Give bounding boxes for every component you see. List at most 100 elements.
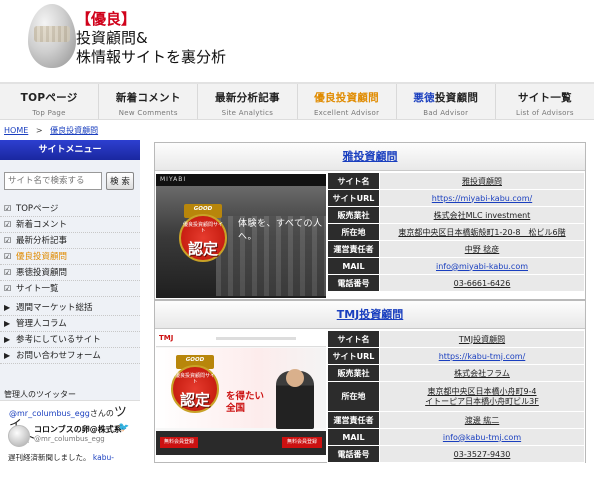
- row-key: MAIL: [327, 428, 380, 446]
- table-row: 電話番号 03-3527-9430: [327, 445, 585, 463]
- sidebar-item-label: TOPページ: [16, 203, 59, 214]
- table-row: サイトURL https://miyabi-kabu.com/: [327, 189, 585, 207]
- badge-top-text: 優良投資顧問サイト: [183, 222, 224, 234]
- tweet-text: 遅刊経済新聞しました。 kabu-: [8, 452, 114, 463]
- tweet-author-handle[interactable]: @mr_columbus_egg: [34, 435, 105, 443]
- sidebar-item-analytics[interactable]: ☑ 最新分析記事: [0, 233, 140, 249]
- nav-excellent-advisor[interactable]: 優良投資顧問 Excellent Advisor: [298, 84, 397, 119]
- row-key: サイトURL: [327, 189, 380, 207]
- row-key: 電話番号: [327, 274, 380, 292]
- advisor-info-table: サイト名 TMJ投資顧問 サイトURL https://kabu-tmj.com/ …: [327, 330, 585, 463]
- advisor-card-tmj: TMJ投資顧問 TMJ を得たい 全国 無料会員登録 無料会員登録 GOOD 優…: [154, 300, 586, 463]
- site-logo-text[interactable]: 【優良】 投資顧問& 株情報サイトを裏分析: [76, 10, 226, 67]
- breadcrumb-home-link[interactable]: HOME: [4, 126, 28, 135]
- sidebar-title: サイトメニュー: [0, 140, 140, 160]
- row-value[interactable]: 03-6661-6426: [379, 274, 585, 292]
- search-input[interactable]: [4, 172, 102, 190]
- screenshot-register-button: 無料会員登録: [282, 437, 322, 448]
- sidebar-item-label: 優良投資顧問: [16, 251, 68, 262]
- twitter-bird-icon[interactable]: 🐦: [118, 423, 129, 433]
- avatar[interactable]: [8, 425, 30, 447]
- nav-sublabel: Excellent Advisor: [313, 109, 380, 117]
- row-key: サイト名: [327, 330, 380, 348]
- site-url-link[interactable]: https://kabu-tmj.com/: [379, 347, 585, 365]
- tweet-author-name[interactable]: コロンブスの卵@株式系: [34, 424, 122, 435]
- triangle-right-icon: ▶: [4, 334, 11, 344]
- site-tag: 【優良】: [76, 10, 137, 28]
- sidebar-item-top[interactable]: ☑ TOPページ: [0, 201, 140, 217]
- row-value[interactable]: 株式会社MLC investment: [379, 206, 585, 224]
- site-url-link[interactable]: https://miyabi-kabu.com/: [379, 189, 585, 207]
- sidebar-item-new-comments[interactable]: ☑ 新着コメント: [0, 217, 140, 233]
- sidebar-item-bad[interactable]: ☑ 悪徳投資顧問: [0, 265, 140, 281]
- nav-site-list[interactable]: サイト一覧 List of Advisors: [496, 84, 594, 119]
- breadcrumb-separator: >: [35, 126, 43, 135]
- certified-badge-icon: GOOD 優良投資顧問サイト 認定: [170, 355, 220, 425]
- mail-link[interactable]: info@kabu-tmj.com: [379, 428, 585, 446]
- table-row: サイト名 TMJ投資顧問: [327, 330, 585, 348]
- sidebar-item-label: 管理人コラム: [16, 318, 67, 329]
- triangle-right-icon: ▶: [4, 318, 11, 328]
- sidebar-item-reference[interactable]: ▶ 参考にしているサイト: [0, 332, 140, 348]
- sidebar-item-contact[interactable]: ▶ お問い合わせフォーム: [0, 348, 140, 364]
- advisor-card-title[interactable]: 雅投資顧問: [155, 143, 585, 171]
- certified-badge-icon: GOOD 優良投資顧問サイト 認定: [178, 204, 228, 274]
- row-value[interactable]: 株式会社フラム: [379, 364, 585, 382]
- table-row: サイトURL https://kabu-tmj.com/: [327, 347, 585, 365]
- screenshot-menu: [216, 337, 296, 340]
- checkbox-icon: ☑: [4, 283, 12, 293]
- search-button[interactable]: 検 索: [106, 172, 134, 190]
- site-screenshot[interactable]: MIYABI 体験を、すべての人へ。 GOOD 優良投資顧問サイト 認定: [156, 174, 326, 298]
- row-value[interactable]: 雅投資顧問: [379, 172, 585, 190]
- row-value[interactable]: TMJ投資顧問: [379, 330, 585, 348]
- mail-link[interactable]: info@miyabi-kabu.com: [379, 257, 585, 275]
- twitter-handle-link[interactable]: @mr_columbus_egg: [9, 409, 90, 418]
- sidebar-item-site-list[interactable]: ☑ サイト一覧: [0, 281, 140, 297]
- sidebar-item-label: 悪徳投資顧問: [16, 267, 68, 278]
- nav-top[interactable]: TOPページ Top Page: [0, 84, 100, 119]
- site-title-line1: 投資顧問&: [76, 29, 148, 47]
- tweet-link[interactable]: kabu-: [93, 453, 114, 462]
- tweet-text-body: 遅刊経済新聞しました。: [8, 453, 91, 462]
- triangle-right-icon: ▶: [4, 350, 11, 360]
- checkbox-icon: ☑: [4, 267, 12, 277]
- table-row: 電話番号 03-6661-6426: [327, 274, 585, 292]
- row-value[interactable]: 03-3527-9430: [379, 445, 585, 463]
- row-value[interactable]: 渡邊 紘二: [379, 411, 585, 429]
- advisor-info-table: サイト名 雅投資顧問 サイトURL https://miyabi-kabu.com/…: [327, 172, 585, 292]
- sidebar-item-label: 週間マーケット総括: [16, 302, 93, 313]
- advisor-card-title[interactable]: TMJ投資顧問: [155, 301, 585, 329]
- nav-label: 優良投資顧問: [314, 92, 379, 104]
- row-value[interactable]: 中野 稔彦: [379, 240, 585, 258]
- sidebar-item-weekly-market[interactable]: ▶ 週間マーケット総括: [0, 300, 140, 316]
- nav-site-analytics[interactable]: 最新分析記事 Site Analytics: [198, 84, 298, 119]
- row-key: 所在地: [327, 223, 380, 241]
- nav-sublabel: Bad Advisor: [423, 109, 469, 117]
- sidebar-item-label: 新着コメント: [16, 219, 68, 230]
- nav-label: 悪徳投資顧問: [397, 90, 495, 105]
- row-value[interactable]: 東京都中央区日本橋蛎殻町1-20-8 松ビル6階: [379, 223, 585, 241]
- advisor-card-miyabi: 雅投資顧問 MIYABI 体験を、すべての人へ。 GOOD 優良投資顧問サイト …: [154, 142, 586, 300]
- sidebar-item-column[interactable]: ▶ 管理人コラム: [0, 316, 140, 332]
- row-key: 販売業社: [327, 364, 380, 382]
- egg-logo-icon[interactable]: [28, 4, 76, 68]
- triangle-right-icon: ▶: [4, 302, 11, 312]
- table-row: 所在地 東京都中央区日本橋小舟町9-4 イトーピア日本橋小舟町ビル3F: [327, 381, 585, 412]
- row-key: サイト名: [327, 172, 380, 190]
- nav-bad-advisor[interactable]: 悪徳投資顧問 Bad Advisor: [397, 84, 496, 119]
- sidebar-item-label: 参考にしているサイト: [16, 334, 101, 345]
- badge-top-text: 優良投資顧問サイト: [175, 373, 216, 385]
- row-key: 販売業社: [327, 206, 380, 224]
- breadcrumb-current[interactable]: 優良投資顧問: [50, 126, 98, 135]
- nav-new-comments[interactable]: 新着コメント New Comments: [99, 84, 199, 119]
- badge-main-text: 認定: [187, 240, 218, 258]
- nav-label-highlight: 悪徳: [413, 92, 435, 104]
- checkbox-icon: ☑: [4, 235, 12, 245]
- row-key: 運営責任者: [327, 411, 380, 429]
- row-value[interactable]: 東京都中央区日本橋小舟町9-4 イトーピア日本橋小舟町ビル3F: [379, 381, 585, 412]
- nav-label: サイト一覧: [517, 92, 572, 104]
- sidebar-item-excellent[interactable]: ☑ 優良投資顧問: [0, 249, 140, 265]
- nav-sublabel: Top Page: [32, 109, 66, 117]
- site-screenshot[interactable]: TMJ を得たい 全国 無料会員登録 無料会員登録 GOOD 優良投資顧問サイト…: [156, 331, 326, 455]
- row-key: サイトURL: [327, 347, 380, 365]
